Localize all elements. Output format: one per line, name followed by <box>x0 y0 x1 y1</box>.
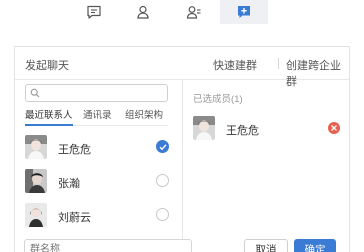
contact-row[interactable]: 王危危 <box>25 135 175 159</box>
checkmark-icon <box>159 144 167 151</box>
chat-button[interactable] <box>70 0 118 24</box>
top-toolbar <box>0 0 364 26</box>
panel-header: 发起聊天 快速建群 创建跨企业群 <box>15 47 349 88</box>
tab-address-book[interactable]: 通讯录 <box>83 110 112 126</box>
selected-members-pane: 已选成员(1) 王危危 <box>183 80 349 252</box>
add-chat-icon <box>238 6 250 18</box>
tab-org-structure[interactable]: 组织架构 <box>125 110 163 126</box>
chat-bubble-icon <box>87 5 101 19</box>
search-icon <box>30 88 40 98</box>
contacts-icon <box>137 5 149 19</box>
cancel-button[interactable]: 取消 <box>244 239 288 252</box>
contact-name: 王危危 <box>58 144 91 156</box>
avatar <box>25 203 47 227</box>
contact-picker: 最近联系人 通讯录 组织架构 王危危 张瀚 刘蔚云 <box>15 80 183 252</box>
search-box[interactable] <box>25 84 168 102</box>
close-icon <box>331 125 337 131</box>
search-input[interactable] <box>44 86 164 100</box>
group-name-field[interactable] <box>24 239 192 252</box>
group-name-input[interactable] <box>30 242 180 252</box>
panel-title: 发起聊天 <box>25 60 69 72</box>
contact-tabs: 最近联系人 通讯录 组织架构 <box>25 110 168 126</box>
avatar <box>25 169 47 193</box>
tab-recent-contacts[interactable]: 最近联系人 <box>25 110 73 126</box>
avatar <box>25 135 47 159</box>
contact-row[interactable]: 刘蔚云 <box>25 203 175 227</box>
remove-member-button[interactable] <box>328 122 340 134</box>
contacts-button[interactable] <box>120 0 168 24</box>
group-contacts-icon <box>186 6 201 19</box>
org-contacts-button[interactable] <box>170 0 218 24</box>
avatar <box>193 116 215 140</box>
contact-row[interactable]: 张瀚 <box>25 169 175 193</box>
start-chat-button[interactable] <box>220 0 268 24</box>
selected-count-label: 已选成员(1) <box>193 94 243 105</box>
selected-member-name: 王危危 <box>226 125 259 137</box>
confirm-button[interactable]: 确定 <box>294 239 336 252</box>
quick-group-link[interactable]: 快速建群 <box>213 57 257 73</box>
unselected-checkbox[interactable] <box>156 174 169 187</box>
contact-name: 张瀚 <box>58 178 80 190</box>
unselected-checkbox[interactable] <box>156 208 169 221</box>
start-chat-panel: 发起聊天 快速建群 创建跨企业群 最近联系人 通讯录 组织架构 王危危 张瀚 刘… <box>14 46 350 252</box>
selected-member: 王危危 <box>193 116 343 140</box>
header-divider <box>278 58 279 69</box>
contact-name: 刘蔚云 <box>58 212 91 224</box>
selected-checkbox[interactable] <box>156 140 169 153</box>
